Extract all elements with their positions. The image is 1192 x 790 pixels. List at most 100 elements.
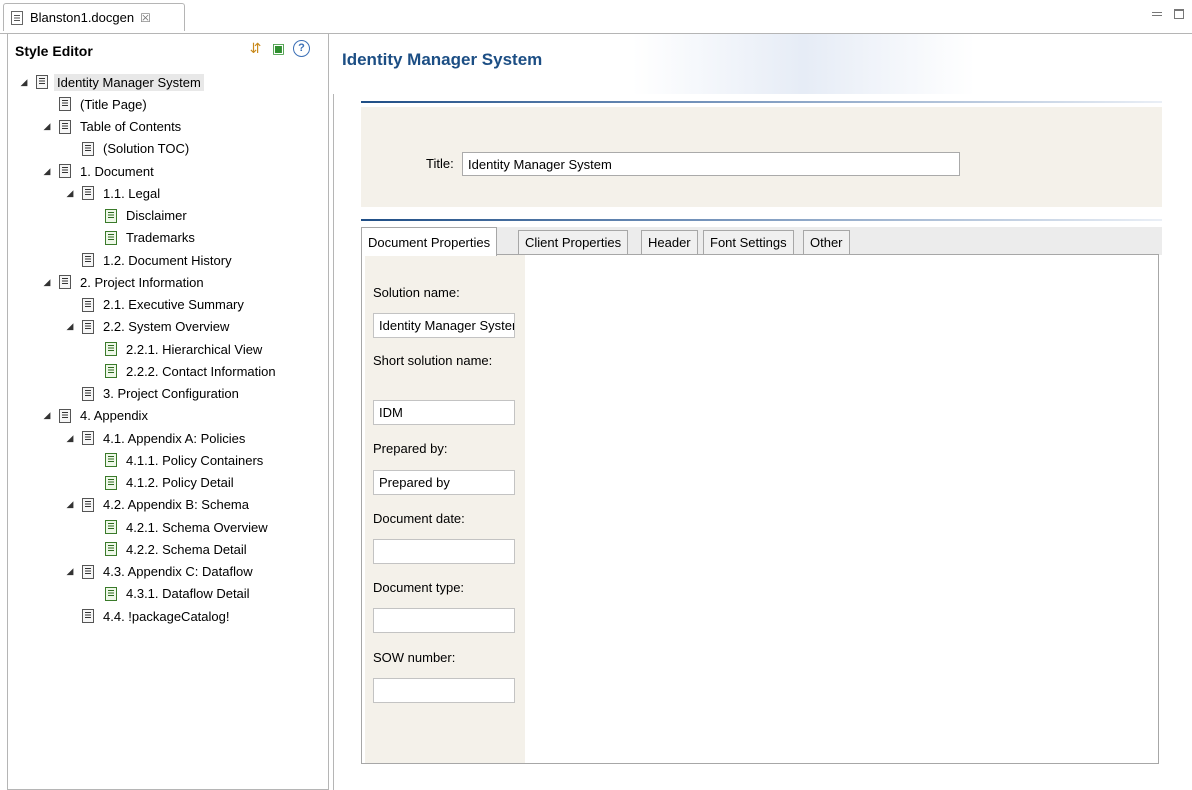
expand-arrow-icon[interactable]: ◢ bbox=[18, 77, 30, 88]
tree-item-label: 2.2.2. Contact Information bbox=[126, 363, 276, 379]
generate-icon[interactable]: ▣ bbox=[270, 40, 287, 57]
tree-item-label: 3. Project Configuration bbox=[103, 386, 239, 401]
tree-item-label: 4.2.2. Schema Detail bbox=[126, 541, 247, 557]
expand-arrow-icon[interactable]: ◢ bbox=[64, 566, 76, 577]
expand-arrow-icon[interactable]: ◢ bbox=[64, 433, 76, 444]
tab-other[interactable]: Other bbox=[803, 230, 850, 254]
tree-item-label: 1.1. Legal bbox=[103, 185, 161, 201]
tree-item[interactable]: ◢(Solution TOC) bbox=[64, 138, 192, 160]
expand-arrow-icon[interactable]: ◢ bbox=[41, 166, 53, 177]
prepared-by-field[interactable] bbox=[373, 470, 515, 495]
short-solution-name-label: Short solution name: bbox=[373, 353, 493, 368]
document-type-field[interactable] bbox=[373, 608, 515, 633]
tree-item[interactable]: ◢4.1.2. Policy Detail bbox=[87, 472, 237, 494]
tree-item[interactable]: ◢Trademarks bbox=[87, 227, 198, 249]
minimize-icon[interactable] bbox=[1152, 12, 1162, 16]
document-icon bbox=[105, 453, 117, 468]
tree-item[interactable]: ◢ 1. Document bbox=[41, 160, 157, 182]
tree-item-label: Table of Contents bbox=[80, 119, 182, 134]
merge-icon[interactable]: ⇵ bbox=[247, 40, 264, 57]
maximize-icon[interactable] bbox=[1174, 9, 1184, 19]
tree-item-label: 2.2. System Overview bbox=[103, 319, 230, 335]
tree-item[interactable]: ◢ 1.1. Legal bbox=[64, 182, 163, 204]
tree-item-label: 2. Project Information bbox=[80, 274, 204, 290]
expand-arrow-icon[interactable]: ◢ bbox=[41, 277, 53, 288]
tree-item[interactable]: ◢3. Project Configuration bbox=[64, 383, 242, 405]
expand-arrow-icon[interactable]: ◢ bbox=[64, 499, 76, 510]
document-icon bbox=[82, 141, 94, 156]
expand-arrow-icon[interactable]: ◢ bbox=[41, 121, 53, 132]
style-editor-title: Style Editor bbox=[15, 43, 93, 59]
tree-item[interactable]: ◢4.2.2. Schema Detail bbox=[87, 538, 250, 560]
document-icon bbox=[82, 497, 94, 512]
tree-item-label: Disclaimer bbox=[126, 208, 187, 223]
tree-item[interactable]: ◢2.1. Executive Summary bbox=[64, 294, 247, 316]
document-icon bbox=[105, 542, 117, 557]
tree-item[interactable]: ◢4.2.1. Schema Overview bbox=[87, 516, 271, 538]
document-icon bbox=[59, 164, 71, 178]
tree-item[interactable]: ◢ 4.3. Appendix C: Dataflow bbox=[64, 561, 256, 583]
tree-item[interactable]: ◢ Table of Contents bbox=[41, 116, 184, 138]
tree-item[interactable]: ◢ 4.2. Appendix B: Schema bbox=[64, 494, 252, 516]
tree-item[interactable]: ◢1.2. Document History bbox=[64, 249, 235, 271]
tree-item[interactable]: ◢ 4. Appendix bbox=[41, 405, 151, 427]
tree-item[interactable]: ◢(Title Page) bbox=[41, 93, 150, 115]
tree-item-label: 4.2.1. Schema Overview bbox=[126, 519, 268, 535]
tree-item-label: 4.4. !packageCatalog! bbox=[103, 608, 230, 624]
tree-item[interactable]: ◢ 2.2. System Overview bbox=[64, 316, 232, 338]
tab-client-properties[interactable]: Client Properties bbox=[518, 230, 629, 254]
document-icon bbox=[36, 75, 48, 89]
document-type-label: Document type: bbox=[373, 580, 465, 595]
expand-arrow-icon[interactable]: ◢ bbox=[41, 410, 53, 421]
tree-item-label: (Solution TOC) bbox=[103, 141, 190, 157]
title-rule bbox=[361, 101, 1162, 103]
title-input[interactable] bbox=[462, 152, 960, 176]
tab-document-properties[interactable]: Document Properties bbox=[361, 227, 498, 256]
editor-tab-title: Blanston1.docgen bbox=[30, 10, 135, 25]
tree-item[interactable]: ◢4.3.1. Dataflow Detail bbox=[87, 583, 253, 605]
document-date-label: Document date: bbox=[373, 511, 465, 526]
short-solution-name-field[interactable] bbox=[373, 400, 515, 425]
document-icon bbox=[82, 297, 94, 312]
document-icon bbox=[59, 119, 71, 134]
solution-name-label: Solution name: bbox=[373, 285, 460, 300]
tree-item[interactable]: ◢ 2. Project Information bbox=[41, 271, 207, 293]
tree-item-label: 4.1.2. Policy Detail bbox=[126, 475, 234, 490]
close-icon[interactable]: ☒ bbox=[140, 11, 151, 25]
tree-item-label: Identity Manager System bbox=[54, 73, 204, 91]
help-icon[interactable]: ? bbox=[293, 40, 310, 57]
tree-item-label: 4.1.1. Policy Containers bbox=[126, 452, 264, 468]
solution-name-field[interactable] bbox=[373, 313, 515, 338]
tree-item[interactable]: ◢ 4.1. Appendix A: Policies bbox=[64, 427, 248, 449]
title-label: Title: bbox=[426, 156, 454, 171]
document-icon bbox=[105, 364, 117, 379]
tree-item[interactable]: ◢4.4. !packageCatalog! bbox=[64, 605, 232, 627]
expand-arrow-icon[interactable]: ◢ bbox=[64, 188, 76, 199]
sow-number-label: SOW number: bbox=[373, 650, 456, 665]
tree-item[interactable]: ◢2.2.2. Contact Information bbox=[87, 360, 279, 382]
sow-number-field[interactable] bbox=[373, 678, 515, 703]
document-date-field[interactable] bbox=[373, 539, 515, 564]
document-icon bbox=[59, 408, 71, 423]
properties-rule bbox=[361, 219, 1162, 221]
document-icon bbox=[82, 564, 94, 579]
tree-item[interactable]: ◢Disclaimer bbox=[87, 205, 190, 227]
tab-header[interactable]: Header bbox=[641, 230, 698, 254]
style-editor-toolbar: ⇵ ▣ ? bbox=[247, 40, 310, 57]
expand-arrow-icon[interactable]: ◢ bbox=[64, 321, 76, 332]
document-icon bbox=[105, 475, 117, 490]
tree-item[interactable]: ◢2.2.1. Hierarchical View bbox=[87, 338, 265, 360]
document-icon bbox=[82, 319, 94, 334]
document-icon bbox=[105, 586, 117, 601]
tree-item[interactable]: ◢ Identity Manager System bbox=[18, 71, 204, 93]
tree-item[interactable]: ◢4.1.1. Policy Containers bbox=[87, 449, 266, 471]
document-icon bbox=[105, 230, 117, 245]
document-icon bbox=[82, 431, 94, 445]
tree-item-label: 4.3.1. Dataflow Detail bbox=[126, 586, 250, 602]
document-icon bbox=[82, 386, 94, 401]
editor-tab[interactable]: Blanston1.docgen ☒ bbox=[3, 3, 185, 31]
tree-item-label: 4.2. Appendix B: Schema bbox=[103, 497, 249, 513]
prepared-by-label: Prepared by: bbox=[373, 441, 448, 456]
tab-font-settings[interactable]: Font Settings bbox=[703, 230, 794, 254]
tree-item-label: 4.1. Appendix A: Policies bbox=[103, 430, 246, 446]
